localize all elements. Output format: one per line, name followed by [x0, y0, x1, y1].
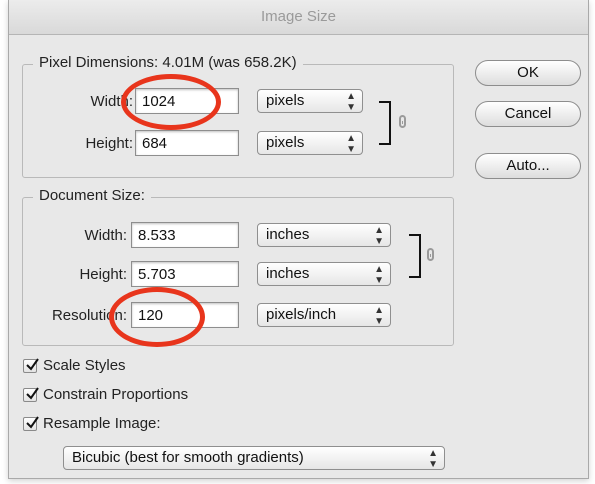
pixel-height-unit-value: pixels — [266, 134, 305, 151]
updown-arrows-icon: ▲ ▼ — [374, 305, 384, 327]
updown-arrows-icon: ▲ ▼ — [428, 448, 438, 470]
resample-image-checkbox[interactable] — [23, 416, 39, 431]
resolution-label: Resolution: — [51, 307, 127, 324]
pixel-height-field[interactable]: 684 — [135, 130, 239, 156]
cancel-button[interactable]: Cancel — [475, 101, 581, 127]
constrain-proportions-label: Constrain Proportions — [43, 386, 189, 403]
dialog-title: Image Size — [9, 0, 588, 35]
doc-height-label: Height: — [79, 266, 127, 283]
doc-height-unit-select[interactable]: inches ▲ ▼ — [257, 262, 391, 286]
checkmark-icon — [26, 387, 39, 400]
pixel-height-unit-select[interactable]: pixels ▲ ▼ — [257, 131, 363, 155]
doc-width-unit-value: inches — [266, 226, 310, 243]
doc-width-unit-select[interactable]: inches ▲ ▼ — [257, 223, 391, 247]
chain-link-icon — [427, 248, 434, 261]
doc-width-field[interactable]: 8.533 — [131, 222, 239, 248]
pixel-dimensions-legend: Pixel Dimensions: 4.01M (was 658.2K) — [33, 54, 303, 71]
scale-styles-label: Scale Styles — [43, 357, 126, 374]
updown-arrows-icon: ▲ ▼ — [346, 133, 356, 155]
updown-arrows-icon: ▲ ▼ — [346, 91, 356, 113]
constrain-proportions-checkbox[interactable] — [23, 387, 39, 402]
doc-height-field[interactable]: 5.703 — [131, 261, 239, 287]
resample-method-select[interactable]: Bicubic (best for smooth gradients) ▲ ▼ — [63, 446, 445, 470]
scale-styles-checkbox[interactable] — [23, 358, 39, 373]
ok-button[interactable]: OK — [475, 60, 581, 86]
pixel-width-field[interactable]: 1024 — [135, 88, 239, 114]
pixel-width-unit-select[interactable]: pixels ▲ ▼ — [257, 89, 363, 113]
document-size-legend: Document Size: — [33, 187, 151, 204]
resolution-unit-select[interactable]: pixels/inch ▲ ▼ — [257, 303, 391, 327]
updown-arrows-icon: ▲ ▼ — [374, 264, 384, 286]
doc-height-unit-value: inches — [266, 265, 310, 282]
image-size-dialog: Image Size Pixel Dimensions: 4.01M (was … — [8, 0, 589, 479]
resolution-unit-value: pixels/inch — [266, 306, 337, 323]
checkmark-icon — [26, 416, 39, 429]
resample-method-value: Bicubic (best for smooth gradients) — [72, 449, 304, 466]
pixel-width-label: Width: — [90, 93, 133, 110]
doc-constrain-bracket — [409, 234, 421, 278]
pixel-width-unit-value: pixels — [266, 92, 305, 109]
chain-link-icon — [399, 115, 406, 128]
updown-arrows-icon: ▲ ▼ — [374, 225, 384, 247]
pixel-constrain-bracket — [379, 101, 391, 145]
doc-width-label: Width: — [84, 227, 127, 244]
auto-button[interactable]: Auto... — [475, 153, 581, 179]
resolution-field[interactable]: 120 — [131, 302, 239, 328]
checkmark-icon — [26, 358, 39, 371]
pixel-height-label: Height: — [85, 135, 133, 152]
resample-image-label: Resample Image: — [43, 415, 161, 432]
